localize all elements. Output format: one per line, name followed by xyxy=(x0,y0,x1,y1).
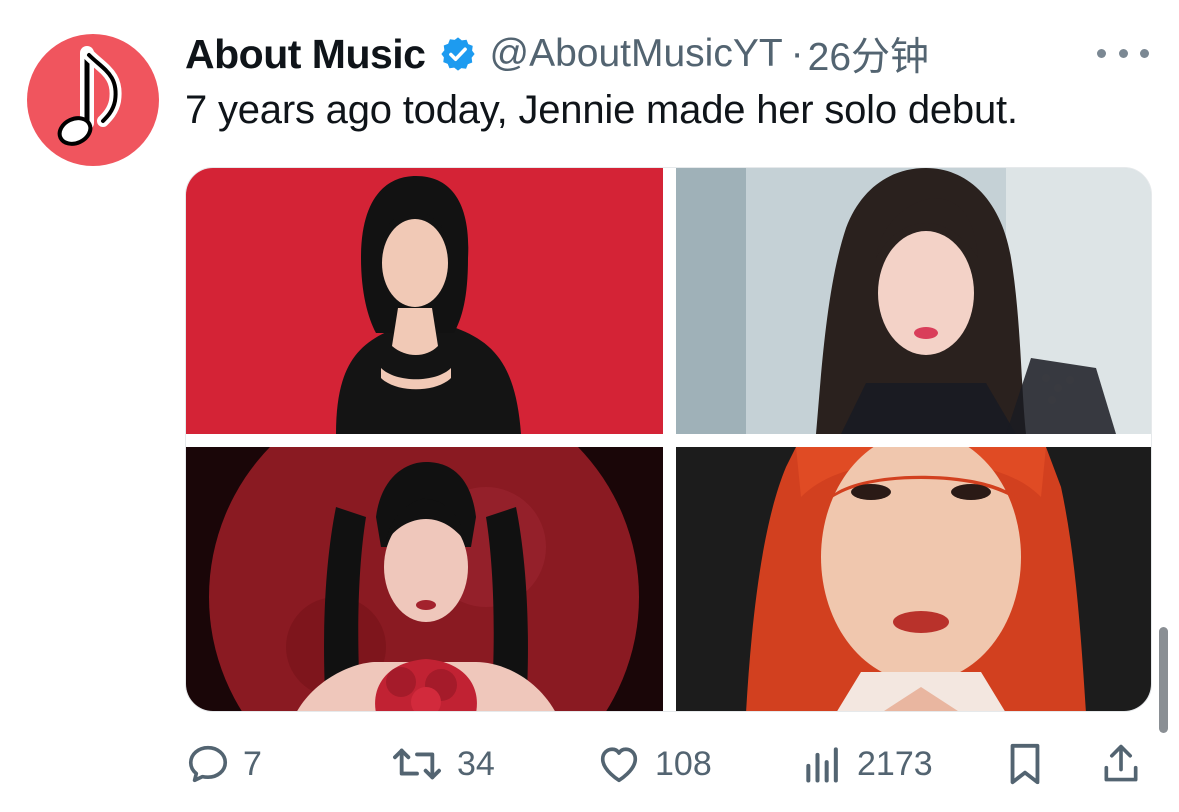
music-note-icon xyxy=(57,46,122,146)
timestamp[interactable]: 26分钟 xyxy=(808,26,929,82)
author-avatar[interactable] xyxy=(27,34,159,166)
photo-3[interactable] xyxy=(186,447,663,711)
author-name[interactable]: About Music xyxy=(185,31,426,78)
retweet-icon xyxy=(393,748,441,780)
views-count: 2173 xyxy=(857,744,933,783)
separator-dot: · xyxy=(790,32,804,75)
photo-2[interactable] xyxy=(676,168,1151,434)
tweet-actions: 7 34 108 2173 xyxy=(185,738,1149,790)
media-grid xyxy=(185,167,1152,712)
verified-badge-icon[interactable] xyxy=(439,35,477,73)
share-icon xyxy=(1104,744,1138,782)
heart-icon xyxy=(600,747,638,783)
bookmark-button[interactable] xyxy=(1005,738,1045,790)
author-handle[interactable]: @AboutMusicYT xyxy=(489,32,782,76)
like-count: 108 xyxy=(655,744,712,783)
tweet-header: About Music @AboutMusicYT · 26分钟 xyxy=(185,28,1149,80)
bookmark-icon xyxy=(1010,743,1040,785)
share-button[interactable] xyxy=(1099,738,1143,790)
reply-button[interactable]: 7 xyxy=(185,738,262,790)
photo-4[interactable] xyxy=(676,447,1151,711)
views-button[interactable]: 2173 xyxy=(801,738,933,790)
like-button[interactable]: 108 xyxy=(595,738,712,790)
views-chart-icon xyxy=(806,747,838,783)
more-dot xyxy=(1118,48,1128,58)
more-options-icon[interactable] xyxy=(1097,38,1149,68)
photo-1[interactable] xyxy=(186,168,663,434)
more-dot xyxy=(1097,48,1106,58)
more-dot xyxy=(1140,48,1149,58)
retweet-count: 34 xyxy=(457,744,495,783)
retweet-button[interactable]: 34 xyxy=(389,738,495,790)
reply-count: 7 xyxy=(243,744,262,783)
scrollbar-thumb[interactable] xyxy=(1159,627,1168,733)
tweet-text: 7 years ago today, Jennie made her solo … xyxy=(185,88,1018,132)
reply-icon xyxy=(188,745,228,783)
